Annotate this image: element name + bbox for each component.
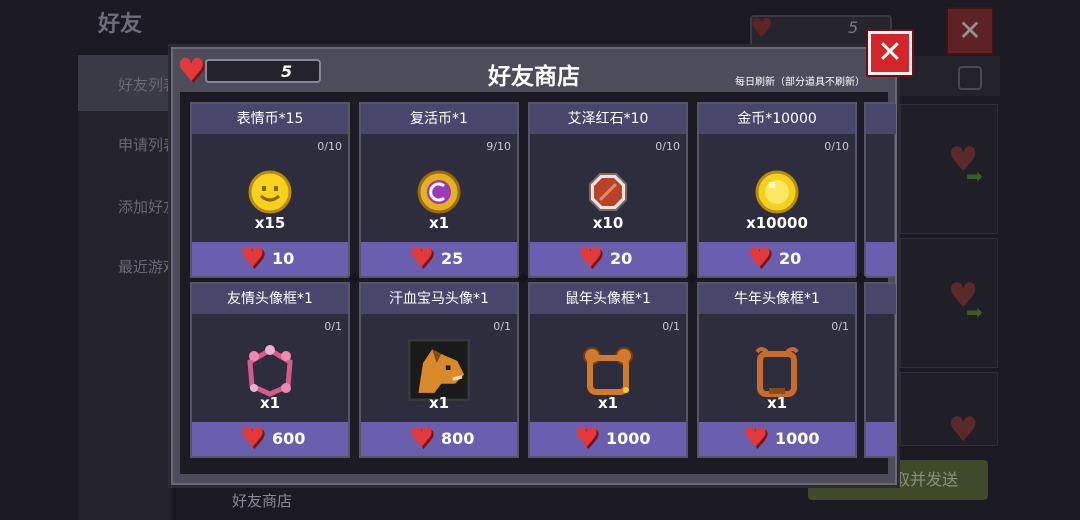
shop-item-card[interactable]: 表情币*15 0/10 x15 ♥ 10 — [190, 102, 350, 278]
background-shop-label: 好友商店 — [232, 492, 293, 510]
item-price: 1000 — [775, 429, 820, 448]
flower-frame-icon — [247, 345, 293, 397]
item-stock: 0/10 — [317, 140, 342, 153]
item-name: 友情头像框*1 — [192, 284, 348, 314]
item-price: 10 — [272, 249, 295, 268]
item-name: 汗血宝马头像*1 — [361, 284, 517, 314]
buy-button[interactable]: ♥ 1000 — [530, 422, 686, 456]
item-price: 600 — [272, 429, 306, 448]
horse-avatar-icon — [408, 339, 470, 401]
item-stock: 9/10 — [486, 140, 511, 153]
shop-item-card[interactable]: 鼠年头像框*1 0/1 x1 ♥ 1000 — [528, 282, 688, 458]
item-name: 艾泽红石*10 — [530, 104, 686, 134]
item-quantity: x1 — [766, 394, 788, 412]
gold-coin-icon — [755, 170, 799, 214]
item-name: 鼠年头像框*1 — [530, 284, 686, 314]
item-price: 20 — [779, 249, 802, 268]
background-heart-icon: ♥ — [750, 14, 774, 44]
buy-button[interactable]: ♥ 800 — [361, 422, 517, 456]
item-stock: 0/1 — [493, 320, 511, 333]
shop-item-card[interactable]: 复活币*1 9/10 x1 ♥ 25 — [359, 102, 519, 278]
heart-icon: ♥ — [578, 241, 604, 274]
background-toolbar — [900, 56, 1000, 96]
item-name: 金币*10000 — [699, 104, 855, 134]
item-price: 1000 — [606, 429, 651, 448]
item-quantity: x1 — [428, 214, 450, 232]
buy-button-partial[interactable] — [866, 422, 896, 456]
buy-button[interactable]: ♥ 20 — [699, 242, 855, 276]
buy-button[interactable]: ♥ 25 — [361, 242, 517, 276]
revive-coin-icon — [417, 170, 461, 214]
background-heart-icon: ♥ — [948, 410, 979, 450]
heart-icon: ♥ — [747, 241, 773, 274]
close-icon: ✕ — [877, 35, 903, 70]
item-name: 表情币*15 — [192, 104, 348, 134]
shop-item-card[interactable]: 友情头像框*1 0/1 x1 ♥ 600 — [190, 282, 350, 458]
item-quantity: x1 — [597, 394, 619, 412]
item-quantity: x1 — [428, 394, 450, 412]
shop-item-card[interactable]: 汗血宝马头像*1 0/1 x1 ♥ 800 — [359, 282, 519, 458]
heart-icon: ♥ — [409, 421, 435, 454]
refresh-note: 每日刷新（部分道具不刷新） — [735, 77, 865, 88]
item-stock: 0/1 — [831, 320, 849, 333]
item-quantity: x15 — [254, 214, 286, 232]
shop-item-card[interactable]: 牛年头像框*1 0/1 x1 ♥ 1000 — [697, 282, 857, 458]
shop-header: ♥ 5 好友商店 每日刷新（部分道具不刷新） — [171, 47, 897, 95]
shop-item-card[interactable]: 艾泽红石*10 0/10 x10 ♥ 20 — [528, 102, 688, 278]
background-close-button[interactable]: ✕ — [946, 7, 994, 55]
buy-button[interactable]: ♥ 600 — [192, 422, 348, 456]
item-stock: 0/10 — [824, 140, 849, 153]
ox-frame-icon — [755, 347, 799, 397]
red-stone-icon — [589, 173, 627, 211]
item-quantity: x10000 — [746, 214, 808, 232]
heart-icon: ♥ — [240, 421, 266, 454]
item-stock: 0/1 — [662, 320, 680, 333]
item-price: 800 — [441, 429, 475, 448]
buy-button[interactable]: ♥ 1000 — [699, 422, 855, 456]
item-name-partial — [866, 284, 896, 314]
background-arrow-icon: ➡ — [966, 164, 983, 188]
item-quantity: x10 — [592, 214, 624, 232]
shop-item-card-partial[interactable] — [864, 282, 896, 458]
item-name: 复活币*1 — [361, 104, 517, 134]
smiley-coin-icon — [248, 170, 292, 214]
rat-frame-icon — [583, 347, 633, 395]
item-stock: 0/10 — [655, 140, 680, 153]
buy-button[interactable]: ♥ 10 — [192, 242, 348, 276]
close-button[interactable]: ✕ — [868, 31, 912, 75]
item-name-partial — [866, 104, 896, 134]
heart-icon: ♥ — [743, 421, 769, 454]
heart-icon: ♥ — [574, 421, 600, 454]
friends-sidebar — [78, 55, 172, 520]
item-name: 牛年头像框*1 — [699, 284, 855, 314]
item-quantity: x1 — [259, 394, 281, 412]
item-price: 20 — [610, 249, 633, 268]
heart-icon: ♥ — [240, 241, 266, 274]
background-heart-count: 5 — [848, 18, 859, 37]
background-checkbox[interactable] — [958, 66, 982, 90]
buy-button[interactable]: ♥ 20 — [530, 242, 686, 276]
item-stock: 0/1 — [324, 320, 342, 333]
shop-item-card-partial[interactable] — [864, 102, 896, 278]
background-arrow-icon: ➡ — [966, 300, 983, 324]
item-price: 25 — [441, 249, 464, 268]
heart-icon: ♥ — [409, 241, 435, 274]
friends-screen-title: 好友 — [98, 12, 143, 37]
shop-item-card[interactable]: 金币*10000 0/10 x10000 ♥ 20 — [697, 102, 857, 278]
buy-button-partial[interactable] — [866, 242, 896, 276]
